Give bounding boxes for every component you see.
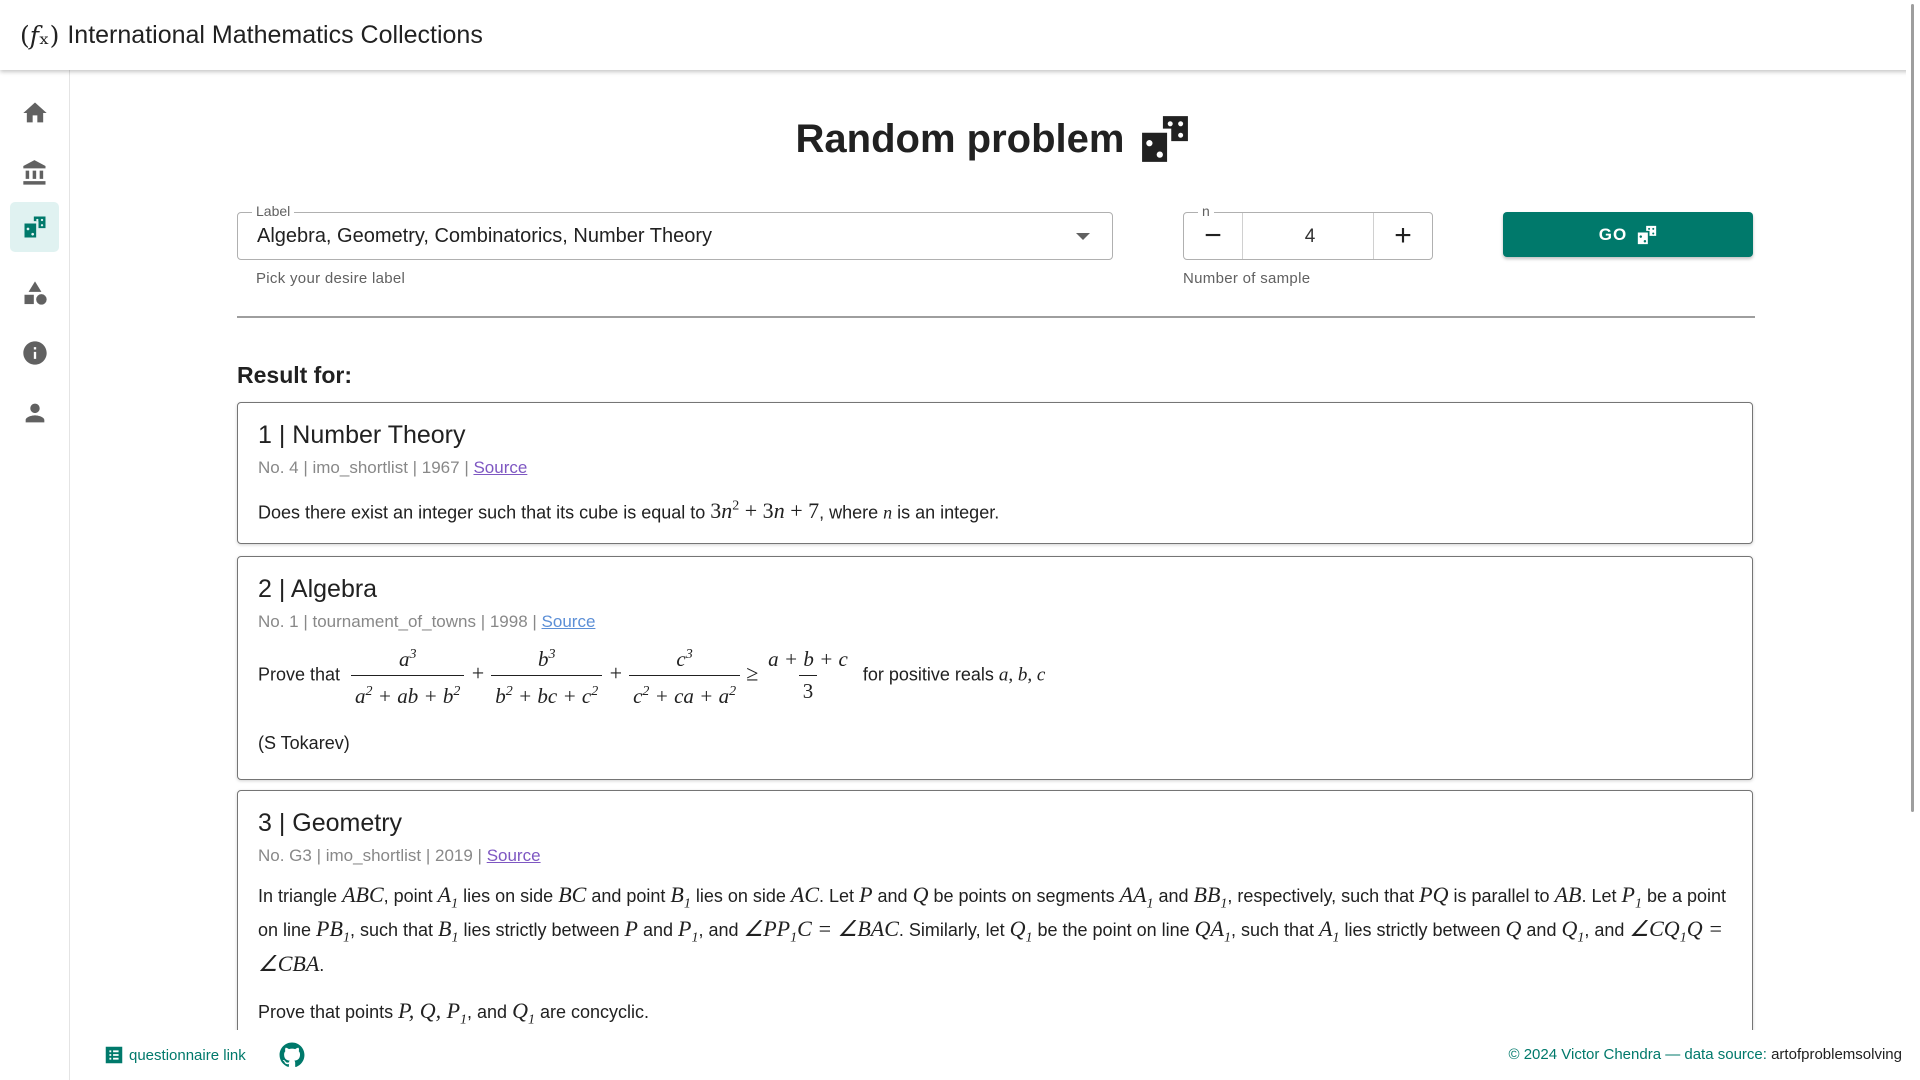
- increment-button[interactable]: +: [1373, 213, 1432, 259]
- app-title: International Mathematics Collections: [67, 20, 483, 49]
- fraction: a3 a2 + ab + b2: [351, 642, 465, 709]
- nav-shapes[interactable]: [10, 268, 59, 318]
- person-icon: [25, 403, 44, 423]
- go-button[interactable]: GO: [1503, 212, 1753, 257]
- result-heading: Result for:: [237, 362, 352, 388]
- label-select[interactable]: Label Algebra, Geometry, Combinatorics, …: [237, 203, 1113, 260]
- go-button-label: GO: [1598, 224, 1628, 244]
- label-select-label: Label: [252, 203, 295, 219]
- math-variable: n: [883, 502, 893, 523]
- caret-down-icon: [1076, 233, 1090, 240]
- problem-statement: Does there exist an integer such that it…: [258, 498, 1000, 524]
- nav-institution[interactable]: [10, 148, 59, 198]
- problem-statement: In triangle ABC, point A1 lies on side B…: [258, 882, 1727, 976]
- fraction: c3 c2 + ca + a2: [629, 642, 741, 709]
- dice-icon: [1638, 225, 1657, 244]
- plus-icon: +: [1394, 219, 1412, 252]
- scrollbar-thumb[interactable]: [1911, 4, 1914, 812]
- problem-title: 2 | Algebra: [258, 575, 378, 603]
- questionnaire-link[interactable]: questionnaire link: [103, 1044, 246, 1066]
- footer: questionnaire link © 2024 Victor Chendra…: [70, 1030, 1906, 1080]
- problem-card: 1 | Number Theory No. 4 | imo_shortlist …: [237, 402, 1753, 544]
- fx-logo-icon: (𝑓ₓ): [20, 20, 60, 50]
- github-link[interactable]: [279, 1042, 305, 1068]
- fraction: b3 b2 + bc + c2: [491, 642, 603, 709]
- problem-card: 3 | Geometry No. G3 | imo_shortlist | 20…: [237, 790, 1753, 1030]
- page-title: Random problem: [70, 114, 1906, 164]
- label-select-value: Algebra, Geometry, Combinatorics, Number…: [257, 225, 712, 247]
- sample-count-stepper: n − +: [1183, 203, 1433, 261]
- main-content: Random problem Label Algebra, Geometry, …: [70, 70, 1906, 1030]
- copyright: © 2024 Victor Chendra — data source: art…: [1508, 1046, 1903, 1063]
- nav-home[interactable]: [10, 88, 59, 138]
- info-icon: [22, 341, 47, 365]
- nav-profile[interactable]: [10, 388, 59, 438]
- scrollbar[interactable]: [1906, 0, 1920, 1080]
- problem-card: 2 | Algebra No. 1 | tournament_of_towns …: [237, 556, 1753, 780]
- nav-info[interactable]: [10, 328, 59, 378]
- problem-author: (S Tokarev): [258, 733, 350, 753]
- data-source-link[interactable]: artofproblemsolving: [1771, 1046, 1902, 1063]
- decrement-button[interactable]: −: [1184, 213, 1243, 259]
- list-icon: [105, 1046, 123, 1064]
- shapes-icon: [24, 281, 47, 305]
- minus-icon: −: [1204, 219, 1222, 252]
- sample-count-input[interactable]: [1242, 213, 1378, 261]
- problem-meta: No. G3 | imo_shortlist | 2019 | Source: [258, 846, 541, 865]
- problem-conclusion: Prove that points P, Q, P1, and Q1 are c…: [258, 997, 650, 1028]
- page-title-text: Random problem: [795, 116, 1125, 161]
- source-link[interactable]: Source: [542, 612, 596, 631]
- dice-icon: [24, 216, 45, 238]
- home-icon: [22, 102, 47, 123]
- math-expression: 3n2 + 3n + 7: [710, 498, 820, 524]
- problem-meta: No. 1 | tournament_of_towns | 1998 | Sou…: [258, 612, 596, 631]
- problem-meta: No. 4 | imo_shortlist | 1967 | Source: [258, 458, 528, 477]
- sample-count-helper: Number of sample: [1183, 270, 1311, 287]
- side-nav: [0, 70, 70, 1080]
- problem-title: 1 | Number Theory: [258, 421, 466, 449]
- github-icon: [279, 1042, 305, 1068]
- problem-title: 3 | Geometry: [258, 809, 403, 837]
- divider: [237, 316, 1755, 318]
- dice-icon: [1142, 116, 1189, 162]
- nav-random-problem[interactable]: [10, 202, 59, 252]
- controls: Label Algebra, Geometry, Combinatorics, …: [237, 203, 1755, 372]
- source-link[interactable]: Source: [473, 458, 527, 477]
- problem-statement: Prove that a3 a2 + ab + b2 + b3 b2 + bc + c2…: [258, 642, 1732, 709]
- source-link[interactable]: Source: [487, 846, 541, 865]
- institution-icon: [22, 160, 45, 185]
- app-logo[interactable]: (𝑓ₓ) International Mathematics Collectio…: [20, 21, 483, 50]
- app-bar: (𝑓ₓ) International Mathematics Collectio…: [0, 0, 1916, 70]
- label-select-helper: Pick your desire label: [256, 270, 406, 287]
- fraction: a + b + c3: [768, 647, 848, 703]
